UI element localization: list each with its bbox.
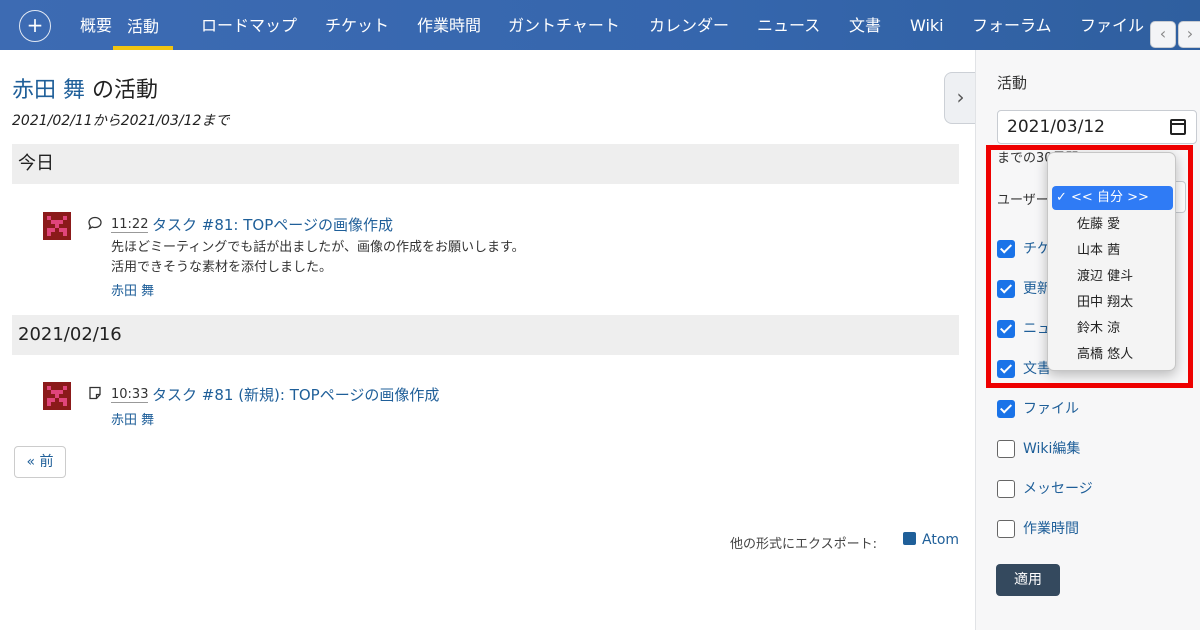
- tab-calendar[interactable]: カレンダー: [649, 0, 729, 50]
- rss-icon: [903, 532, 916, 545]
- tab-gantt[interactable]: ガントチャート: [508, 0, 620, 50]
- comment-icon: [87, 215, 103, 231]
- tab-activity[interactable]: 活動: [113, 0, 174, 50]
- previous-page-button[interactable]: « 前: [14, 446, 66, 478]
- user-link[interactable]: 赤田 舞: [12, 78, 85, 103]
- page-title: 赤田 舞 の活動: [12, 72, 158, 104]
- avatar: [43, 382, 71, 410]
- tab-overview[interactable]: 概要: [80, 0, 112, 50]
- date-range: 2021/02/11から2021/03/12まで: [12, 113, 230, 129]
- page-title-suffix: の活動: [85, 78, 158, 103]
- event-title-link[interactable]: タスク #81 (新規): TOPページの画像作成: [152, 384, 439, 405]
- event-time: 10:33: [111, 387, 149, 403]
- calendar-icon[interactable]: [1170, 119, 1186, 135]
- event-author-link[interactable]: 赤田 舞: [111, 280, 154, 299]
- tab-wiki[interactable]: Wiki: [910, 0, 944, 50]
- checkbox-label[interactable]: ファイル: [1023, 400, 1079, 418]
- checkbox[interactable]: [997, 520, 1015, 538]
- atom-label: Atom: [922, 532, 960, 548]
- checkbox-label[interactable]: Wiki編集: [1023, 440, 1080, 458]
- event-time: 11:22: [111, 217, 149, 233]
- highlight-box: [986, 145, 1193, 388]
- day-header: 2021/02/16: [12, 315, 959, 355]
- apply-button[interactable]: 適用: [996, 564, 1060, 596]
- checkbox-label[interactable]: メッセージ: [1023, 480, 1093, 498]
- tab-documents[interactable]: 文書: [849, 0, 881, 50]
- date-value: 2021/03/12: [1007, 117, 1105, 137]
- tab-roadmap[interactable]: ロードマップ: [201, 0, 297, 50]
- tab-issues[interactable]: チケット: [325, 0, 389, 50]
- event-description-line: 活用できそうな素材を添付しました。: [111, 260, 333, 275]
- sidebar-title: 活動: [997, 74, 1028, 92]
- checkbox-label[interactable]: 作業時間: [1023, 520, 1079, 538]
- date-field[interactable]: 2021/03/12: [997, 110, 1197, 144]
- event-description-line: 先ほどミーティングでも話が出ましたが、画像の作成をお願いします。: [111, 240, 525, 255]
- tab-files[interactable]: ファイル: [1080, 0, 1144, 50]
- tab-news[interactable]: ニュース: [757, 0, 820, 50]
- avatar: [43, 212, 71, 240]
- checkbox[interactable]: [997, 480, 1015, 498]
- note-icon: [87, 385, 103, 401]
- atom-feed-link[interactable]: Atom: [903, 532, 959, 548]
- checkbox[interactable]: [997, 400, 1015, 418]
- tab-time-entries[interactable]: 作業時間: [417, 0, 481, 50]
- top-nav: + 概要 活動 ロードマップ チケット 作業時間 ガントチャート カレンダー ニ…: [0, 0, 1200, 50]
- sidebar-toggle-button[interactable]: ›: [944, 72, 976, 124]
- event-author-link[interactable]: 赤田 舞: [111, 409, 154, 428]
- new-item-button[interactable]: +: [19, 10, 51, 42]
- checkbox[interactable]: [997, 440, 1015, 458]
- day-header: 今日: [12, 144, 959, 184]
- tabs-scroll-right-button[interactable]: ›: [1178, 21, 1200, 48]
- tab-forums[interactable]: フォーラム: [972, 0, 1052, 50]
- export-label: 他の形式にエクスポート:: [730, 537, 877, 552]
- tabs-scroll-left-button[interactable]: ‹: [1150, 21, 1176, 48]
- event-title-link[interactable]: タスク #81: TOPページの画像作成: [152, 214, 393, 235]
